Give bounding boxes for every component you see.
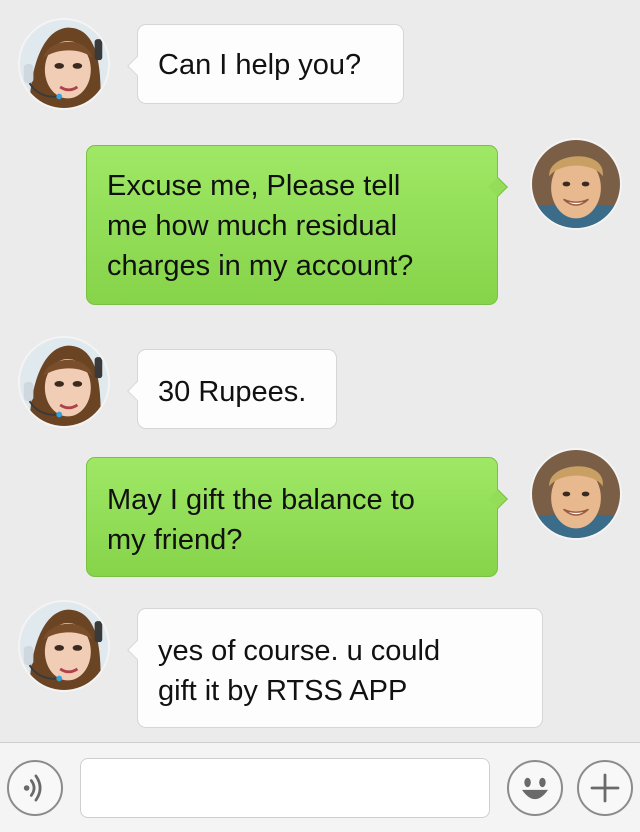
voice-button[interactable] [7,760,63,816]
emoji-button[interactable] [507,760,563,816]
agent-avatar[interactable] [18,336,110,428]
plus-icon [590,773,620,803]
agent-avatar-image [20,602,108,690]
agent-avatar[interactable] [18,18,110,110]
message-text: Excuse me, Please tell me how much resid… [107,170,414,282]
plus-button[interactable] [577,760,633,816]
message-input-bar [0,742,640,832]
message-bubble-outgoing[interactable]: Excuse me, Please tell me how much resid… [86,145,508,305]
agent-avatar-image [20,20,108,108]
message-text: Can I help you? [158,49,362,81]
agent-avatar-image [20,338,108,426]
agent-avatar[interactable] [18,600,110,692]
message-bubble-outgoing[interactable]: May I gift the balance to my friend? [86,457,508,577]
message-text: yes of course. u could gift it by RTSS A… [158,635,441,707]
user-avatar-image [532,450,620,538]
user-avatar[interactable] [530,448,622,540]
message-text: 30 Rupees. [158,376,307,408]
message-bubble-incoming[interactable]: yes of course. u could gift it by RTSS A… [127,608,543,728]
message-input[interactable] [80,758,490,818]
message-text: May I gift the balance to my friend? [107,484,415,556]
message-bubble-incoming[interactable]: 30 Rupees. [127,349,337,429]
emoji-icon [522,777,548,800]
user-avatar[interactable] [530,138,622,230]
chat-area: Can I help you? Excuse me, Please tell m… [0,0,640,742]
voice-icon [23,774,42,802]
message-bubble-incoming[interactable]: Can I help you? [127,24,404,104]
user-avatar-image [532,140,620,228]
